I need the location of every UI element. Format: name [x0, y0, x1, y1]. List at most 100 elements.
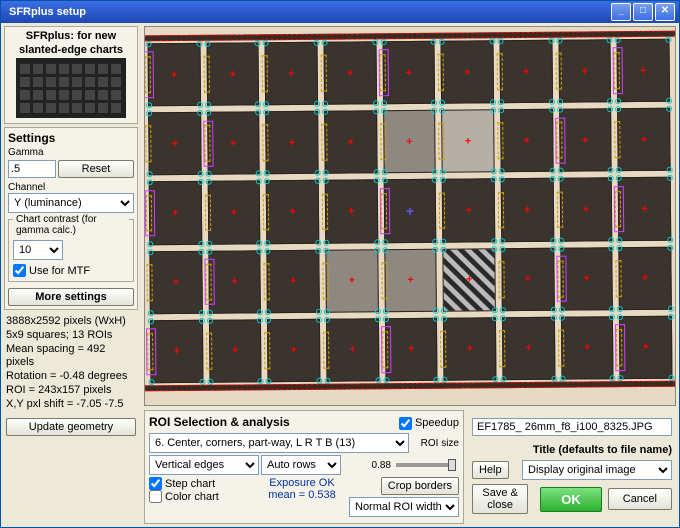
more-settings-button[interactable]: More settings: [8, 288, 134, 306]
corner-circle-icon: [314, 40, 320, 46]
chart-view[interactable]: ++++++++++++++++++++++++++++++++++++++++…: [144, 26, 676, 406]
corner-circle-icon: [607, 37, 613, 43]
corner-circle-icon: [381, 170, 387, 176]
center-cross-icon: +: [347, 136, 354, 148]
corner-circle-icon: [551, 315, 557, 321]
chart-square: +: [502, 317, 555, 381]
corner-circle-icon: [556, 38, 562, 44]
corner-circle-icon: [382, 239, 388, 245]
corner-circle-icon: [147, 180, 153, 186]
corner-circle-icon: [497, 38, 503, 44]
reset-button[interactable]: Reset: [58, 160, 134, 178]
yellow-roi-icon: [322, 193, 328, 230]
corner-circle-icon: [667, 236, 673, 242]
corner-circle-icon: [559, 314, 565, 320]
yellow-roi-icon: [380, 124, 386, 161]
center-cross-icon: +: [230, 68, 237, 80]
corner-circle-icon: [431, 39, 437, 45]
ok-button[interactable]: OK: [540, 487, 602, 512]
corner-circle-icon: [207, 318, 213, 324]
corner-circle-icon: [373, 108, 379, 114]
corner-circle-icon: [439, 39, 445, 45]
corner-circle-icon: [323, 239, 329, 245]
corner-circle-icon: [557, 99, 563, 105]
crop-borders-button[interactable]: Crop borders: [381, 477, 459, 495]
save-close-button[interactable]: Save & close: [472, 484, 528, 514]
window-title: SFRplus setup: [5, 6, 609, 18]
chart-square: +: [442, 179, 495, 243]
corner-circle-icon: [668, 375, 674, 381]
roi-size-slider[interactable]: [396, 463, 456, 467]
corner-circle-icon: [668, 305, 674, 311]
speedup-checkbox[interactable]: [399, 417, 412, 430]
yellow-roi-icon: [263, 125, 269, 162]
corner-circle-icon: [148, 310, 154, 316]
chart-square: +: [619, 246, 672, 310]
corner-circle-icon: [558, 306, 564, 312]
cancel-button[interactable]: Cancel: [608, 488, 672, 510]
corner-circle-icon: [380, 39, 386, 45]
settings-panel: Settings Gamma Reset Channel Y (luminanc…: [4, 127, 138, 310]
corner-circle-icon: [439, 100, 445, 106]
corner-circle-icon: [263, 40, 269, 46]
chart-square: +: [324, 41, 377, 105]
corner-circle-icon: [666, 106, 672, 112]
channel-select[interactable]: Y (luminance): [8, 193, 134, 213]
minimize-button[interactable]: _: [611, 3, 631, 21]
chart-square: +: [558, 39, 611, 103]
corner-circle-icon: [147, 172, 153, 178]
edges-select[interactable]: Vertical edges: [149, 455, 259, 475]
roi-selection-select[interactable]: 6. Center, corners, part-way, L R T B (1…: [149, 433, 409, 453]
chart-square: +: [207, 111, 260, 175]
corner-circle-icon: [667, 167, 673, 173]
center-cross-icon: +: [581, 65, 588, 77]
center-cross-icon: +: [349, 275, 356, 287]
contrast-select[interactable]: 10: [13, 240, 63, 260]
step-chart-checkbox[interactable]: [149, 477, 162, 490]
corner-circle-icon: [440, 177, 446, 183]
corner-circle-icon: [324, 378, 330, 384]
corner-circle-icon: [255, 101, 261, 107]
close-button[interactable]: ✕: [655, 3, 675, 21]
right-column: ++++++++++++++++++++++++++++++++++++++++…: [141, 23, 679, 527]
magenta-roi-icon: [146, 328, 156, 375]
corner-circle-icon: [324, 309, 330, 315]
corner-circle-icon: [499, 238, 505, 244]
corner-circle-icon: [374, 247, 380, 253]
center-cross-icon: +: [583, 203, 590, 215]
help-button[interactable]: Help: [472, 461, 509, 479]
gamma-input[interactable]: [8, 160, 56, 178]
settings-title: Settings: [8, 131, 134, 145]
color-chart-checkbox[interactable]: [149, 490, 162, 503]
chart-square: +: [206, 42, 259, 106]
roi-size-label: ROI size: [411, 438, 459, 449]
chart-square: +: [500, 40, 553, 104]
use-for-mtf-checkbox[interactable]: [13, 264, 26, 277]
corner-circle-icon: [382, 247, 388, 253]
corner-circle-icon: [375, 377, 381, 383]
corner-circle-icon: [615, 98, 621, 104]
yellow-roi-icon: [555, 53, 561, 90]
roi-width-select[interactable]: Normal ROI width: [349, 497, 459, 517]
channel-label: Channel: [8, 182, 134, 193]
center-cross-icon: +: [643, 341, 650, 353]
stat-rotation: Rotation = -0.48 degrees: [6, 370, 136, 384]
auto-rows-select[interactable]: Auto rows: [261, 455, 341, 475]
corner-circle-icon: [264, 179, 270, 185]
corner-circle-icon: [197, 171, 203, 177]
center-cross-icon: +: [288, 68, 295, 80]
update-geometry-button[interactable]: Update geometry: [6, 418, 136, 436]
maximize-button[interactable]: □: [633, 3, 653, 21]
yellow-roi-icon: [264, 332, 270, 369]
corner-circle-icon: [433, 238, 439, 244]
corner-circle-icon: [372, 39, 378, 45]
corner-circle-icon: [491, 246, 497, 252]
corner-circle-icon: [499, 169, 505, 175]
corner-circle-icon: [256, 171, 262, 177]
yellow-roi-icon: [145, 126, 151, 163]
display-select[interactable]: Display original image: [522, 460, 672, 480]
roi-panel: ROI Selection & analysis Speedup 6. Cent…: [144, 410, 464, 524]
chart-square: +: [266, 180, 319, 244]
corner-circle-icon: [490, 99, 496, 105]
corner-circle-icon: [197, 102, 203, 108]
